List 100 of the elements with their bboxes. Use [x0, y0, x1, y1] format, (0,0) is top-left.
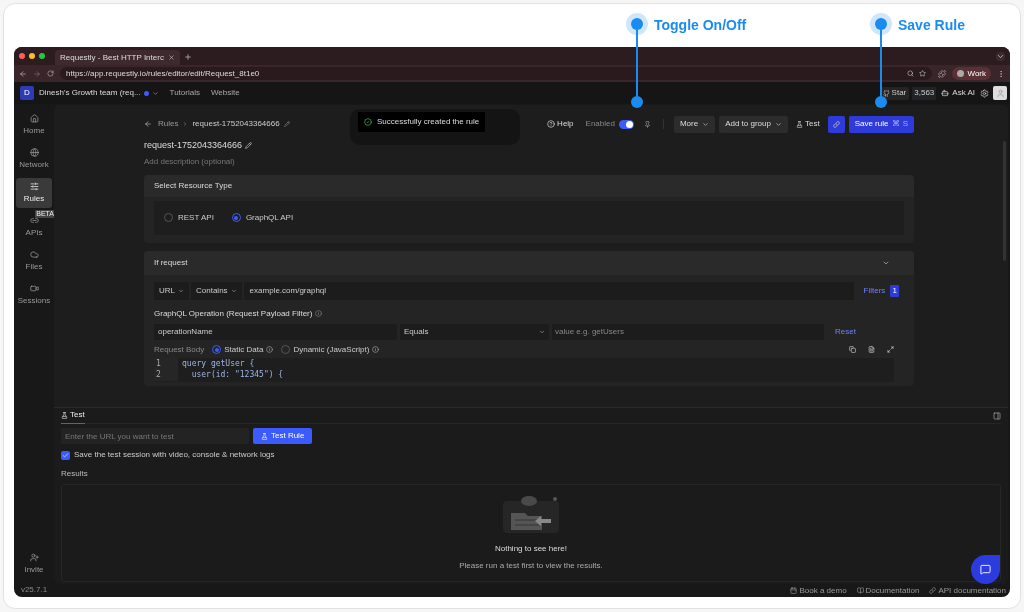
info-icon — [266, 346, 274, 353]
filters-link[interactable]: Filters — [863, 284, 886, 297]
link-icon — [929, 587, 937, 594]
expand-icon[interactable] — [887, 346, 894, 353]
help-button[interactable]: Help — [547, 118, 574, 130]
sidebar-item[interactable]: Home — [16, 110, 52, 140]
callout-marker-icon — [870, 13, 892, 109]
close-icon — [167, 54, 175, 61]
calendar-icon — [790, 587, 798, 594]
checkbox[interactable] — [61, 450, 70, 460]
line-number: 1 — [154, 358, 178, 370]
rule-name: request-1752043364666 — [144, 139, 243, 152]
operator-dropdown[interactable]: Contains — [191, 281, 242, 300]
results-title: Results — [61, 468, 89, 480]
back-icon[interactable] — [144, 120, 152, 128]
enabled-toggle[interactable] — [618, 119, 634, 129]
sidebar-item[interactable]: Rules — [16, 178, 52, 208]
callout-label: Save Rule — [898, 16, 965, 35]
filter-count-badge: 1 — [890, 284, 899, 297]
operation-operator-dropdown[interactable]: Equals — [400, 323, 549, 340]
code-line: query getUser { — [182, 358, 255, 370]
footer-link[interactable]: Documentation — [856, 584, 920, 597]
extensions-icon[interactable] — [938, 69, 947, 78]
flask-icon — [61, 411, 68, 419]
globe-icon — [29, 147, 39, 157]
sidebar-item[interactable]: Files — [16, 246, 52, 276]
sidebar-item[interactable]: Sessions — [16, 280, 52, 310]
enabled-label: Enabled — [585, 118, 615, 130]
operation-key-field[interactable]: operationName — [154, 323, 397, 340]
check-circle-icon — [364, 118, 372, 126]
radio-option[interactable]: GraphQL API — [231, 211, 294, 224]
chevron-down-icon — [774, 120, 782, 128]
card-title: If request — [154, 256, 188, 269]
cloud-icon — [29, 249, 39, 259]
header-link[interactable]: Tutorials — [169, 87, 200, 99]
bookmark-star-icon[interactable] — [919, 70, 927, 77]
copy-icon[interactable] — [849, 346, 856, 353]
search-icon[interactable] — [907, 70, 915, 77]
browser-menu-icon[interactable] — [997, 69, 1005, 78]
operation-value-field[interactable]: value e.g. getUsers — [552, 323, 824, 340]
file-icon[interactable] — [868, 346, 875, 353]
description-field[interactable]: Add description (optional) — [144, 155, 914, 168]
flask-icon — [261, 432, 268, 440]
workspace-avatar: D — [20, 86, 34, 100]
help-icon — [547, 120, 556, 128]
new-tab-icon[interactable] — [183, 53, 192, 61]
line-number: 2 — [154, 369, 178, 381]
radio-option[interactable]: Dynamic (JavaScript) — [281, 343, 380, 356]
panel-toggle-icon[interactable] — [993, 411, 1001, 420]
robot-icon — [941, 89, 950, 97]
chat-icon — [980, 564, 991, 575]
checkbox-label: Save the test session with video, console & network logs — [74, 449, 275, 461]
user-plus-icon — [29, 553, 39, 562]
code-line: user(id: "12345") { — [190, 369, 284, 381]
invite-item[interactable]: Invite — [24, 553, 44, 576]
edit-icon[interactable] — [283, 121, 290, 127]
add-to-group-button[interactable]: Add to group — [719, 115, 788, 133]
chevron-right-icon — [182, 121, 189, 127]
save-rule-button[interactable]: Save rule ⌘ S — [848, 115, 914, 133]
share-link-button[interactable] — [827, 115, 845, 133]
back-icon[interactable] — [19, 69, 27, 78]
breadcrumb-link[interactable]: Rules — [158, 118, 179, 130]
home-icon — [29, 113, 39, 123]
radio-option[interactable]: Static Data — [212, 343, 274, 356]
callout-label: Toggle On/Off — [654, 16, 747, 35]
workspace-switcher[interactable]: Dinesh's Growth team (req... — [39, 87, 141, 99]
browser-tab[interactable]: Requestly - Best HTTP Interc — [55, 50, 180, 65]
source-dropdown[interactable]: URL — [154, 281, 189, 300]
version-label: v25.7.1 — [20, 584, 48, 596]
info-icon — [372, 346, 380, 353]
callout-marker-icon — [626, 13, 648, 109]
reset-link[interactable]: Reset — [835, 325, 856, 338]
test-button[interactable]: Test — [795, 118, 820, 130]
radio-option[interactable]: REST API — [164, 211, 214, 224]
card-title: Select Resource Type — [154, 179, 233, 192]
test-tab[interactable]: Test — [61, 407, 85, 424]
sidebar-item[interactable]: Network — [16, 144, 52, 174]
pin-icon[interactable] — [643, 120, 651, 128]
profile-chip[interactable]: Work — [952, 67, 991, 80]
chevron-down-icon[interactable] — [151, 89, 159, 97]
section-title: GraphQL Operation (Request Payload Filter) — [154, 307, 313, 320]
ask-ai-button[interactable]: Ask AI — [941, 87, 975, 99]
info-icon — [315, 310, 323, 317]
footer-link[interactable]: Book a demo — [790, 584, 847, 597]
empty-text: Please run a test first to view the results. — [459, 560, 603, 572]
github-icon — [882, 89, 890, 97]
footer-link[interactable]: API documentation — [929, 584, 1006, 597]
tab-menu-icon[interactable] — [996, 52, 1005, 61]
settings-icon[interactable] — [980, 88, 989, 98]
person-icon — [995, 88, 1005, 98]
chevron-down-icon — [539, 328, 545, 335]
more-button[interactable]: More — [673, 115, 716, 133]
header-link[interactable]: Website — [210, 87, 240, 99]
url-field[interactable]: example.com/graphql — [243, 281, 854, 300]
url-input[interactable]: Enter the URL you want to test — [61, 428, 249, 444]
test-rule-button[interactable]: Test Rule — [253, 428, 313, 444]
breadcrumb-current: request-1752043364666 — [192, 118, 280, 130]
video-icon — [29, 283, 39, 293]
reload-icon[interactable] — [47, 70, 54, 77]
link-icon — [832, 120, 840, 128]
